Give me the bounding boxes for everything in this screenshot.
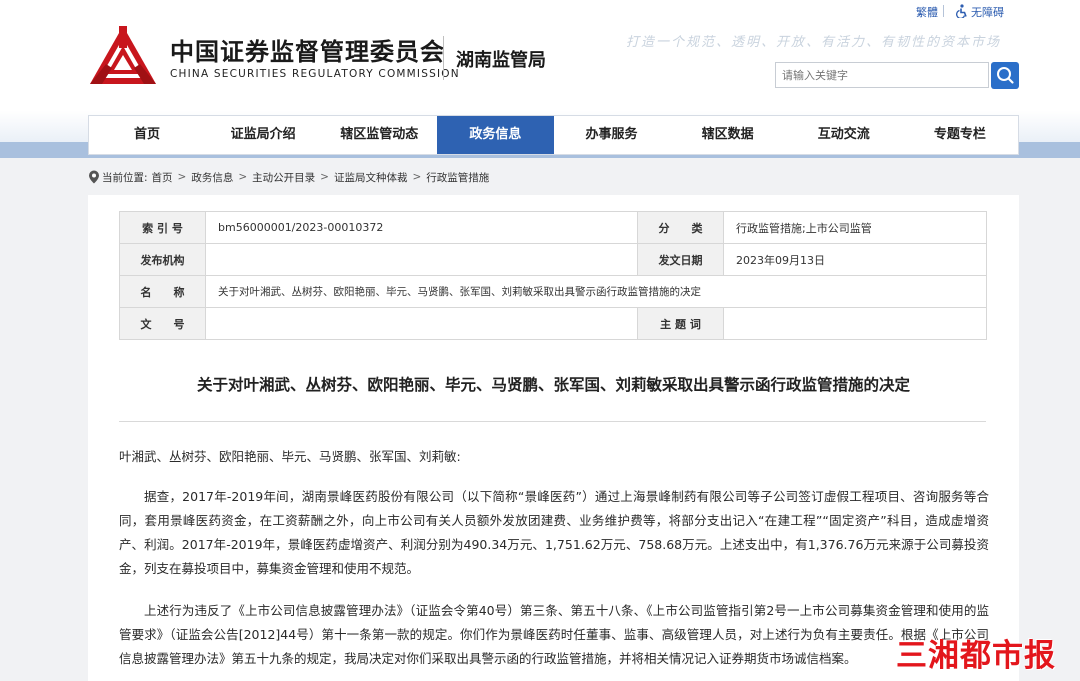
nav-special-topics[interactable]: 专题专栏 xyxy=(902,116,1018,154)
breadcrumb-separator: > xyxy=(238,171,248,183)
issuer-label: 发布机构 xyxy=(119,243,206,276)
nav-interaction[interactable]: 互动交流 xyxy=(786,116,902,154)
breadcrumb-separator: > xyxy=(177,171,187,183)
nav-regional-data[interactable]: 辖区数据 xyxy=(670,116,786,154)
document-metadata-table: 索 引 号 bm56000001/2023-00010372 分 类 行政监管措… xyxy=(119,211,987,340)
traditional-chinese-link[interactable]: 繁體 xyxy=(916,4,938,20)
breadcrumb-doc-types[interactable]: 证监局文种体裁 xyxy=(334,170,408,185)
document-addressee: 叶湘武、丛树芬、欧阳艳丽、毕元、马贤鹏、张军国、刘莉敏: xyxy=(119,449,461,464)
doc-name-label: 名 称 xyxy=(119,275,206,308)
document-paragraph-findings: 据查，2017年-2019年间，湖南景峰医药股份有限公司（以下简称“景峰医药”）… xyxy=(119,489,989,576)
document-title: 关于对叶湘武、丛树芬、欧阳艳丽、毕元、马贤鹏、张军国、刘莉敏采取出具警示函行政监… xyxy=(196,376,910,394)
accessibility-link[interactable]: 无障碍 xyxy=(971,4,1004,20)
nav-home[interactable]: 首页 xyxy=(89,116,205,154)
location-pin-icon xyxy=(89,170,99,184)
header-divider xyxy=(443,36,444,80)
breadcrumb-home[interactable]: 首页 xyxy=(152,170,173,185)
site-name-cn[interactable]: 中国证券监督管理委员会 xyxy=(170,32,445,67)
main-nav: 首页 证监局介绍 辖区监管动态 政务信息 办事服务 辖区数据 互动交流 专题专栏 xyxy=(88,115,1019,155)
breadcrumb-public-catalog[interactable]: 主动公开目录 xyxy=(252,170,315,185)
accessibility-icon[interactable] xyxy=(955,4,969,18)
breadcrumb-government-info[interactable]: 政务信息 xyxy=(191,170,233,185)
category-label: 分 类 xyxy=(637,211,724,244)
breadcrumb-separator: > xyxy=(320,171,329,183)
doc-number-value xyxy=(205,307,638,340)
category-value: 行政监管措施;上市公司监管 xyxy=(723,211,987,244)
site-name-en: CHINA SECURITIES REGULATORY COMMISSION xyxy=(170,68,460,80)
title-divider xyxy=(119,421,986,422)
issue-date-value: 2023年09月13日 xyxy=(723,243,987,276)
media-watermark: 三湘都市报 xyxy=(896,638,1056,674)
issue-date-label: 发文日期 xyxy=(637,243,724,276)
util-separator xyxy=(943,5,944,17)
index-number-label: 索 引 号 xyxy=(119,211,206,244)
document-paragraph-decision: 上述行为违反了《上市公司信息披露管理办法》（证监会令第40号）第三条、第五十八条… xyxy=(119,603,989,666)
content-panel: 索 引 号 bm56000001/2023-00010372 分 类 行政监管措… xyxy=(88,195,1019,681)
subject-keywords-value xyxy=(723,307,987,340)
nav-services[interactable]: 办事服务 xyxy=(554,116,670,154)
bureau-name[interactable]: 湖南监管局 xyxy=(456,46,546,72)
breadcrumb: 当前位置: 首页 > 政务信息 > 主动公开目录 > 证监局文种体裁 > 行政监… xyxy=(88,168,489,186)
slogan: 打造一个规范、透明、开放、有活力、有韧性的资本市场 xyxy=(626,35,1002,50)
subject-keywords-label: 主 题 词 xyxy=(637,307,724,340)
nav-regional-news[interactable]: 辖区监管动态 xyxy=(321,116,437,154)
breadcrumb-label: 当前位置: xyxy=(102,171,148,184)
search-input[interactable] xyxy=(775,62,989,88)
doc-name-value: 关于对叶湘武、丛树芬、欧阳艳丽、毕元、马贤鹏、张军国、刘莉敏采取出具警示函行政监… xyxy=(205,275,987,308)
search-icon xyxy=(997,67,1014,84)
index-number-value: bm56000001/2023-00010372 xyxy=(205,211,638,244)
search-button[interactable] xyxy=(991,62,1019,89)
nav-government-info[interactable]: 政务信息 xyxy=(437,116,554,154)
breadcrumb-admin-measures[interactable]: 行政监管措施 xyxy=(426,170,489,185)
nav-bureau-intro[interactable]: 证监局介绍 xyxy=(205,116,321,154)
csrc-logo-icon[interactable] xyxy=(88,24,158,88)
issuer-value xyxy=(205,243,638,276)
doc-number-label: 文 号 xyxy=(119,307,206,340)
breadcrumb-separator: > xyxy=(412,171,422,183)
